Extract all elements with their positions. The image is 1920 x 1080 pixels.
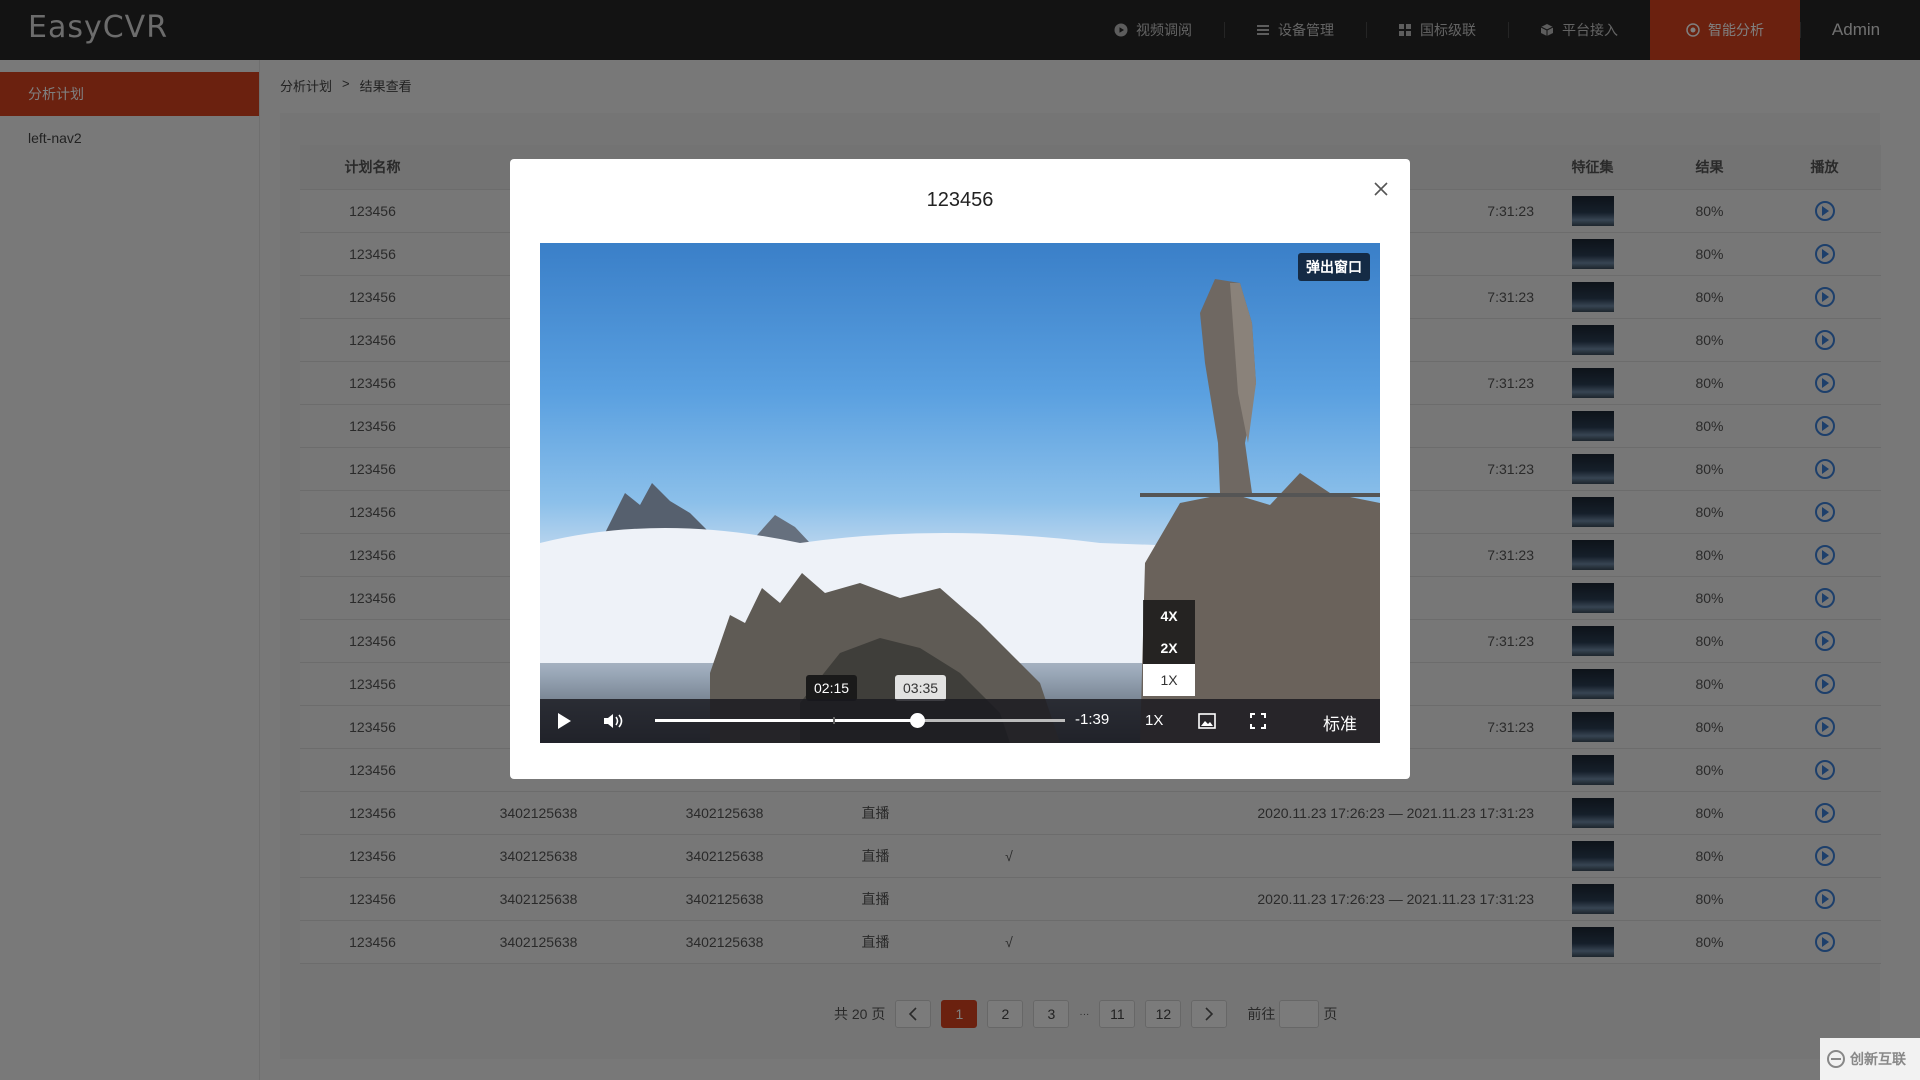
watermark-logo-icon [1827, 1050, 1845, 1068]
time-remaining: -1:39 [1075, 711, 1110, 728]
progress-handle[interactable] [910, 713, 926, 728]
hover-marker [833, 717, 836, 724]
speed-option-1x[interactable]: 1X [1143, 664, 1195, 696]
video-modal: 123456 弹出窗口 4X 2X 1X 02:15 03:35 -1:39 1… [510, 159, 1410, 779]
hover-time-tooltip: 02:15 [806, 675, 858, 701]
speed-option-2x[interactable]: 2X [1143, 632, 1195, 664]
quality-button[interactable]: 标准 [1323, 710, 1357, 735]
video-player[interactable]: 弹出窗口 4X 2X 1X 02:15 03:35 -1:39 1X 标准 [540, 243, 1380, 743]
speed-button[interactable]: 1X [1145, 712, 1163, 729]
player-controls: -1:39 1X 标准 [540, 699, 1380, 743]
close-button[interactable] [1370, 179, 1392, 201]
speed-menu: 4X 2X 1X [1143, 600, 1195, 696]
watermark: 创新互联 [1820, 1038, 1920, 1080]
modal-title: 123456 [926, 189, 994, 211]
progress-bar[interactable] [655, 713, 1065, 728]
snapshot-button[interactable] [1196, 711, 1218, 731]
play-icon [558, 713, 571, 729]
close-icon [1374, 182, 1388, 196]
video-frame [540, 279, 1380, 743]
image-icon [1198, 713, 1216, 729]
current-time-tooltip: 03:35 [895, 675, 947, 701]
fullscreen-icon [1250, 713, 1266, 729]
popout-window-button[interactable]: 弹出窗口 [1298, 253, 1370, 281]
speed-option-4x[interactable]: 4X [1143, 600, 1195, 632]
fullscreen-button[interactable] [1247, 711, 1269, 731]
play-button[interactable] [554, 711, 574, 731]
volume-icon [604, 714, 623, 728]
watermark-text: 创新互联 [1850, 1051, 1906, 1067]
volume-button[interactable] [602, 711, 626, 731]
progress-fill [655, 719, 918, 722]
